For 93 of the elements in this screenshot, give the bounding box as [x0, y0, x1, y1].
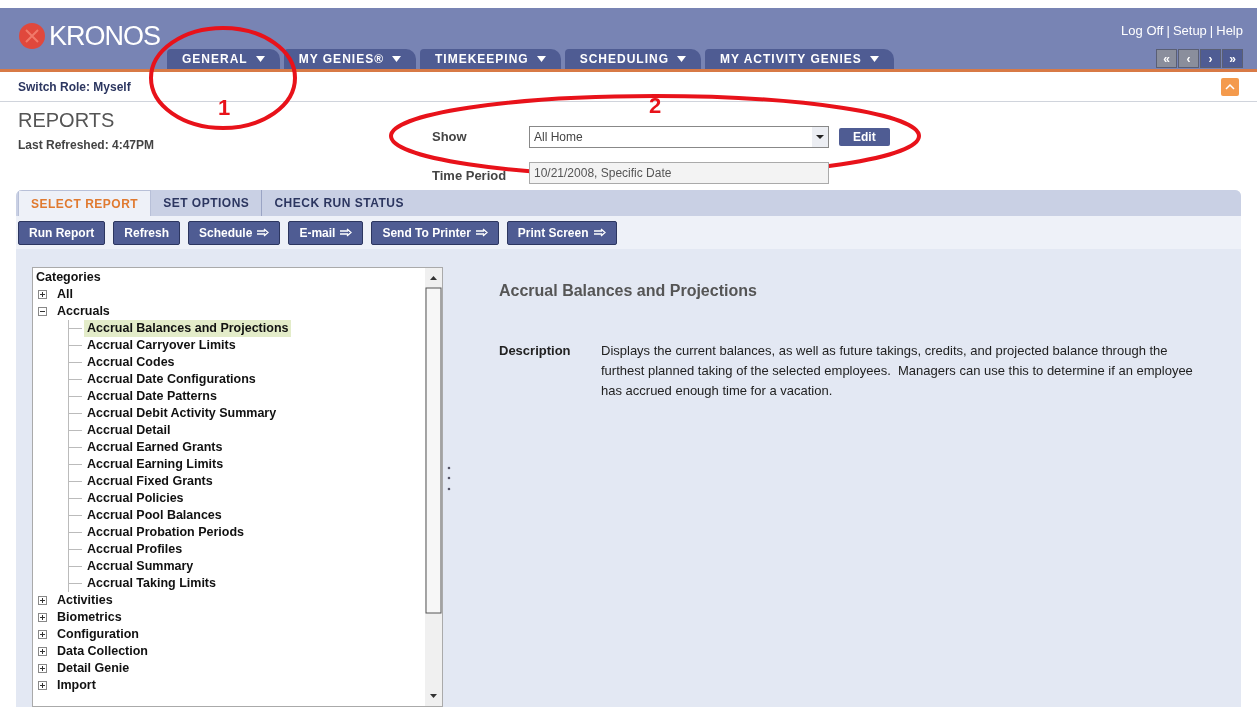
- tree-connector-line: [68, 473, 84, 490]
- expand-icon[interactable]: [38, 647, 47, 656]
- last-refreshed-text: Last Refreshed: 4:47PM: [18, 137, 156, 154]
- expand-icon[interactable]: [38, 681, 47, 690]
- expand-icon[interactable]: [38, 664, 47, 673]
- tree-item[interactable]: Accrual Summary: [84, 558, 197, 575]
- dropdown-caret-icon: [869, 56, 879, 62]
- toolbar-button[interactable]: Send To Printer: [371, 220, 499, 245]
- toolbar-button[interactable]: Print Screen: [506, 220, 617, 245]
- toolbar-button[interactable]: Run Report: [18, 220, 106, 245]
- tree-item[interactable]: Accrual Codes: [84, 354, 178, 371]
- tree-item[interactable]: Activities: [57, 592, 113, 609]
- edit-button[interactable]: Edit: [839, 128, 890, 147]
- tree-connector-line: [68, 354, 84, 371]
- annotation-number: 1: [218, 97, 231, 119]
- dropdown-caret-icon: [677, 56, 686, 62]
- tree-connector-line: [68, 371, 84, 388]
- separator-text: |: [1166, 22, 1170, 40]
- tree-item[interactable]: Accrual Profiles: [84, 541, 186, 558]
- description-text: Displays the current balances, as well as future takings, credits, and projected balance through the furthest planned taking of the selected employees. Managers can use this to determine if an employee has accrued enough time for a vacation.: [601, 342, 1194, 400]
- scrollbar-drawing[interactable]: [425, 268, 442, 706]
- expand-icon[interactable]: [38, 613, 47, 622]
- tree-item[interactable]: All: [57, 286, 73, 303]
- tree-item[interactable]: Accrual Debit Activity Summary: [84, 405, 280, 422]
- tree-connector-line: [68, 439, 84, 456]
- dropdown-caret-icon: [536, 56, 546, 62]
- time-period-dropdown[interactable]: 10/21/2008, Specific Date: [529, 162, 829, 185]
- tree-connector-line: [68, 422, 84, 439]
- tree-item[interactable]: Configuration: [57, 626, 139, 643]
- show-label: Show: [432, 128, 468, 147]
- header-link[interactable]: Log Off: [1121, 21, 1164, 41]
- switch-role-text: Switch Role: Myself: [18, 78, 131, 96]
- toolbar-button[interactable]: Schedule: [188, 220, 281, 245]
- tree-connector-line: [68, 575, 84, 592]
- toolbar-button[interactable]: E-mail: [288, 220, 364, 245]
- tree-item[interactable]: Accrual Pool Balances: [84, 507, 225, 524]
- tree-heading: Categories: [36, 269, 102, 286]
- tree-item[interactable]: Accrual Date Patterns: [84, 388, 220, 405]
- tree-connector-line: [68, 524, 84, 541]
- tree-item[interactable]: Accruals: [57, 303, 110, 320]
- tree-item[interactable]: Accrual Fixed Grants: [84, 473, 216, 490]
- tree-connector-line: [68, 405, 84, 422]
- report-tab[interactable]: SET OPTIONS: [151, 190, 262, 216]
- description-label: Description: [499, 342, 572, 360]
- tree-connector-line: [68, 558, 84, 575]
- tree-item[interactable]: Accrual Policies: [84, 490, 187, 507]
- dropdown-caret-icon: [255, 56, 265, 62]
- tree-item[interactable]: Detail Genie: [57, 660, 130, 677]
- tree-connector-line: [68, 320, 84, 337]
- separator-text: |: [1209, 22, 1214, 40]
- menu-tab[interactable]: MY ACTIVITY GENIES: [705, 49, 894, 69]
- tree-item[interactable]: Data Collection: [57, 643, 148, 660]
- expand-icon[interactable]: [38, 630, 47, 639]
- show-dropdown[interactable]: All Home: [529, 126, 829, 149]
- tree-connector-line: [68, 507, 84, 524]
- tree-item[interactable]: Accrual Date Configurations: [84, 371, 259, 388]
- expand-icon[interactable]: [38, 290, 47, 299]
- collapse-icon[interactable]: [38, 307, 47, 316]
- menu-tab[interactable]: GENERAL: [167, 49, 280, 69]
- toolbar-button[interactable]: Refresh: [113, 220, 180, 245]
- annotation-number: 2: [649, 95, 662, 117]
- tree-item[interactable]: Import: [57, 677, 96, 694]
- arrow-icon: [593, 228, 606, 237]
- nav-button[interactable]: ›: [1200, 49, 1221, 68]
- tree-item[interactable]: Accrual Probation Periods: [84, 524, 247, 541]
- tree-item[interactable]: Accrual Earned Grants: [84, 439, 226, 456]
- time-period-label: Time Period: [432, 167, 508, 186]
- header-link[interactable]: Help: [1216, 21, 1243, 41]
- dropdown-caret-icon: [392, 56, 401, 62]
- report-title: Accrual Balances and Projections: [499, 281, 758, 301]
- arrow-icon: [257, 228, 270, 237]
- tree-item[interactable]: Accrual Balances and Projections: [84, 320, 292, 337]
- nav-button[interactable]: »: [1222, 49, 1243, 68]
- menu-tab[interactable]: TIMEKEEPING: [420, 49, 561, 69]
- tree-item[interactable]: Accrual Earning Limits: [84, 456, 227, 473]
- arrow-icon: [475, 228, 488, 237]
- tree-connector-line: [68, 541, 84, 558]
- expand-icon[interactable]: [38, 596, 47, 605]
- tree-connector-line: [68, 337, 84, 354]
- logo-icon: [18, 22, 46, 50]
- tree-item[interactable]: Accrual Detail: [84, 422, 174, 439]
- tree-connector-line: [68, 388, 84, 405]
- tree-item[interactable]: Accrual Carryover Limits: [84, 337, 239, 354]
- menu-tab[interactable]: SCHEDULING: [564, 49, 701, 69]
- logo-text: KRONOS: [49, 22, 161, 50]
- arrow-icon: [340, 228, 353, 237]
- tree-connector-line: [68, 490, 84, 507]
- header-link[interactable]: Setup: [1172, 21, 1207, 41]
- menu-tab[interactable]: MY GENIES®: [283, 49, 416, 69]
- tree-item[interactable]: Biometrics: [57, 609, 122, 626]
- page-title: REPORTS: [18, 110, 116, 130]
- tree-connector-line: [68, 456, 84, 473]
- tree-item[interactable]: Accrual Taking Limits: [84, 575, 219, 592]
